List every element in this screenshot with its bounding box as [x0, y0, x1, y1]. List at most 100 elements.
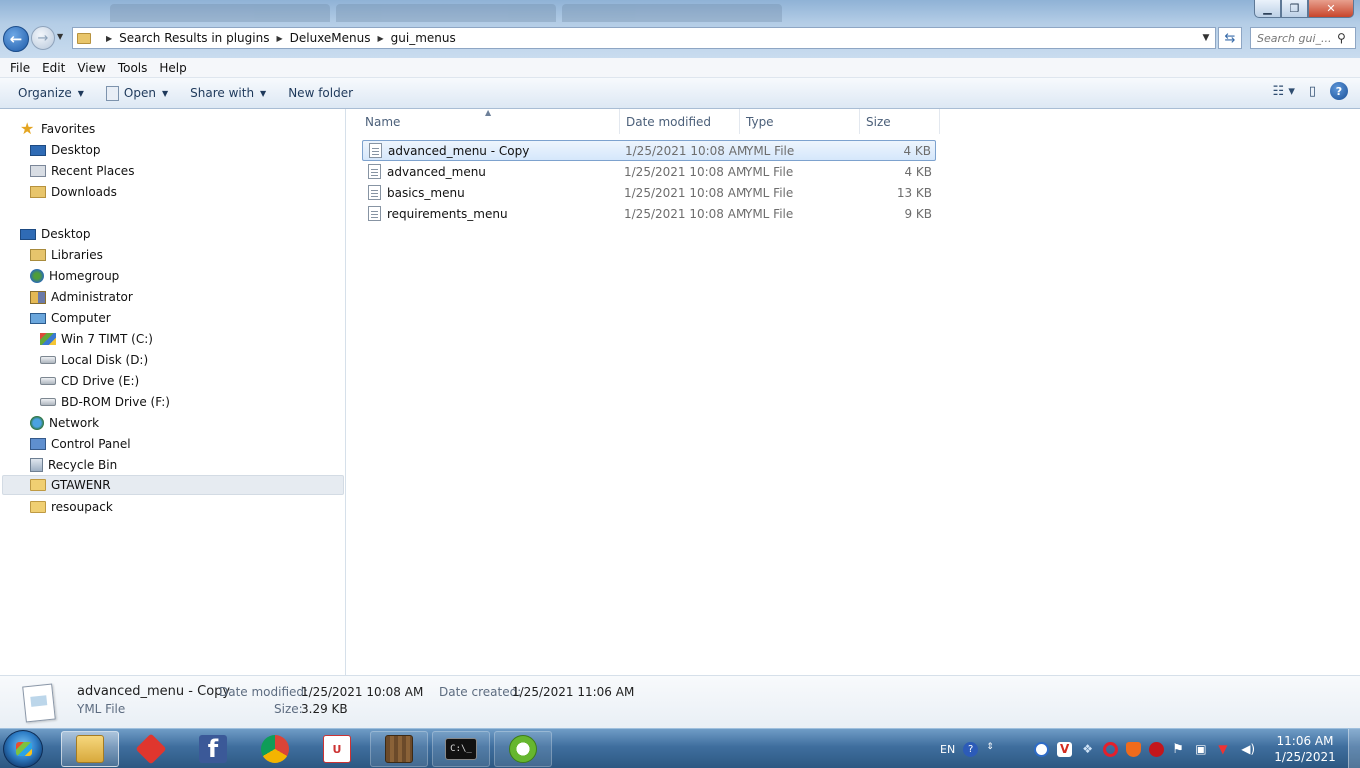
preview-pane-button[interactable]: ▯: [1309, 84, 1316, 99]
tray-expand-icon[interactable]: ⇕: [986, 742, 994, 757]
taskbar-chrome[interactable]: [246, 731, 304, 767]
nav-desktop[interactable]: Desktop: [20, 224, 91, 244]
unikey-icon: U: [323, 735, 351, 763]
taskbar-facebook[interactable]: f: [184, 731, 242, 767]
yml-file-icon: [369, 143, 382, 158]
flag-icon[interactable]: ⚑: [1172, 742, 1187, 757]
recent-places-icon: [30, 165, 46, 177]
nav-drive-c[interactable]: Win 7 TIMT (C:): [40, 329, 153, 349]
column-header-name[interactable]: Name: [359, 109, 620, 134]
close-button[interactable]: ✕: [1308, 0, 1354, 18]
nav-drive-f[interactable]: BD-ROM Drive (F:): [40, 392, 170, 412]
nav-libraries[interactable]: Libraries: [30, 245, 103, 265]
network-icon[interactable]: ▣: [1195, 742, 1210, 757]
view-options-button[interactable]: ☷ ▾: [1273, 84, 1295, 99]
nav-label: GTAWENR: [51, 478, 111, 492]
nav-gtawenr[interactable]: GTAWENR: [2, 475, 344, 495]
chevron-down-icon: ▼: [161, 88, 169, 98]
share-with-button[interactable]: Share with ▼: [182, 81, 274, 105]
maximize-button[interactable]: ❐: [1281, 0, 1308, 18]
language-indicator[interactable]: EN: [940, 743, 955, 756]
nav-label: Computer: [51, 311, 111, 325]
view-controls: ☷ ▾ ▯ ?: [1273, 82, 1348, 100]
clock[interactable]: 11:06 AM 1/25/2021: [1270, 733, 1340, 765]
vietkey-icon[interactable]: V: [1057, 741, 1073, 757]
column-header-date-modified[interactable]: Date modified: [620, 109, 740, 134]
shield-icon[interactable]: [1126, 741, 1142, 757]
nav-fav-desktop[interactable]: Desktop: [30, 140, 101, 160]
nav-label: Downloads: [51, 185, 117, 199]
file-row[interactable]: advanced_menu - Copy 1/25/2021 10:08 AM …: [362, 140, 936, 161]
new-folder-button[interactable]: New folder: [280, 81, 361, 105]
nav-recent-places[interactable]: Recent Places: [30, 161, 134, 181]
file-name: advanced_menu - Copy: [388, 143, 530, 158]
menu-file[interactable]: File: [4, 61, 36, 75]
nav-administrator[interactable]: Administrator: [30, 287, 133, 307]
back-button[interactable]: ←: [3, 26, 29, 52]
nav-label: BD-ROM Drive (F:): [61, 395, 170, 409]
zalo-icon[interactable]: [1034, 741, 1050, 757]
taskbar-minecraft[interactable]: [370, 731, 428, 767]
antivirus-icon[interactable]: [1149, 741, 1165, 757]
taskbar-app-red[interactable]: [122, 731, 180, 767]
nav-homegroup[interactable]: Homegroup: [30, 266, 119, 286]
menu-view[interactable]: View: [71, 61, 111, 75]
menu-edit[interactable]: Edit: [36, 61, 71, 75]
taskbar-explorer[interactable]: [61, 731, 119, 767]
organize-button[interactable]: Organize ▼: [10, 81, 92, 105]
breadcrumb-gui-menus[interactable]: gui_menus: [391, 31, 456, 45]
help-icon[interactable]: ?: [963, 741, 979, 757]
taskbar-cmd[interactable]: C:\_: [432, 731, 490, 767]
command-prompt-icon: C:\_: [445, 738, 477, 760]
nav-resoupack[interactable]: resoupack: [30, 497, 113, 517]
breadcrumb-deluxemenus[interactable]: DeluxeMenus: [290, 31, 371, 45]
refresh-button[interactable]: ⇆: [1218, 27, 1242, 49]
file-row[interactable]: requirements_menu 1/25/2021 10:08 AM YML…: [362, 203, 936, 224]
chevron-down-icon[interactable]: ▼: [1197, 33, 1215, 43]
taskbar-coccoc[interactable]: [494, 731, 552, 767]
menu-bar: File Edit View Tools Help: [0, 58, 1360, 78]
arrow-right-icon: →: [37, 30, 49, 46]
file-row[interactable]: basics_menu 1/25/2021 10:08 AM YML File …: [362, 182, 936, 203]
nav-drive-e[interactable]: CD Drive (E:): [40, 371, 139, 391]
menu-tools[interactable]: Tools: [112, 61, 154, 75]
open-button[interactable]: Open ▼: [98, 81, 176, 105]
recent-pages-dropdown[interactable]: ▼: [57, 32, 63, 41]
opera-icon[interactable]: [1103, 741, 1119, 757]
chevron-right-icon[interactable]: ▶: [276, 34, 282, 43]
show-desktop-button[interactable]: [1348, 729, 1360, 768]
nav-computer[interactable]: Computer: [30, 308, 111, 328]
control-panel-icon: [30, 438, 46, 450]
chevron-right-icon[interactable]: ▶: [378, 34, 384, 43]
column-header-size[interactable]: Size: [860, 109, 940, 134]
column-header-type[interactable]: Type: [740, 109, 860, 134]
nav-network[interactable]: Network: [30, 413, 99, 433]
minimize-button[interactable]: ▁: [1254, 0, 1281, 18]
download-manager-icon[interactable]: ▼: [1218, 742, 1233, 757]
background-tabs: [110, 4, 782, 24]
chevron-right-icon[interactable]: ▶: [106, 34, 112, 43]
address-bar[interactable]: ▶ Search Results in plugins ▶ DeluxeMenu…: [72, 27, 1216, 49]
nav-favorites[interactable]: ★ Favorites: [20, 119, 95, 139]
nav-label: Network: [49, 416, 100, 430]
dropbox-icon[interactable]: ❖: [1080, 742, 1095, 757]
star-icon: ★: [20, 119, 35, 138]
menu-help[interactable]: Help: [153, 61, 192, 75]
desktop-icon: [20, 228, 36, 240]
nav-control-panel[interactable]: Control Panel: [30, 434, 131, 454]
folder-icon: [30, 501, 46, 513]
search-box[interactable]: ⚲: [1250, 27, 1356, 49]
help-button[interactable]: ?: [1330, 82, 1348, 100]
taskbar-unikey[interactable]: U: [308, 731, 366, 767]
speaker-icon[interactable]: ◀): [1241, 742, 1256, 757]
nav-label: Homegroup: [49, 269, 120, 283]
nav-recycle-bin[interactable]: Recycle Bin: [30, 455, 117, 475]
forward-button[interactable]: →: [31, 26, 55, 50]
start-button[interactable]: [3, 730, 43, 768]
file-row[interactable]: advanced_menu 1/25/2021 10:08 AM YML Fil…: [362, 161, 936, 182]
breadcrumb-search-results[interactable]: Search Results in plugins: [119, 31, 269, 45]
details-date-created: 1/25/2021 11:06 AM: [512, 685, 635, 699]
nav-downloads[interactable]: Downloads: [30, 182, 117, 202]
search-input[interactable]: [1257, 31, 1337, 45]
nav-drive-d[interactable]: Local Disk (D:): [40, 350, 148, 370]
